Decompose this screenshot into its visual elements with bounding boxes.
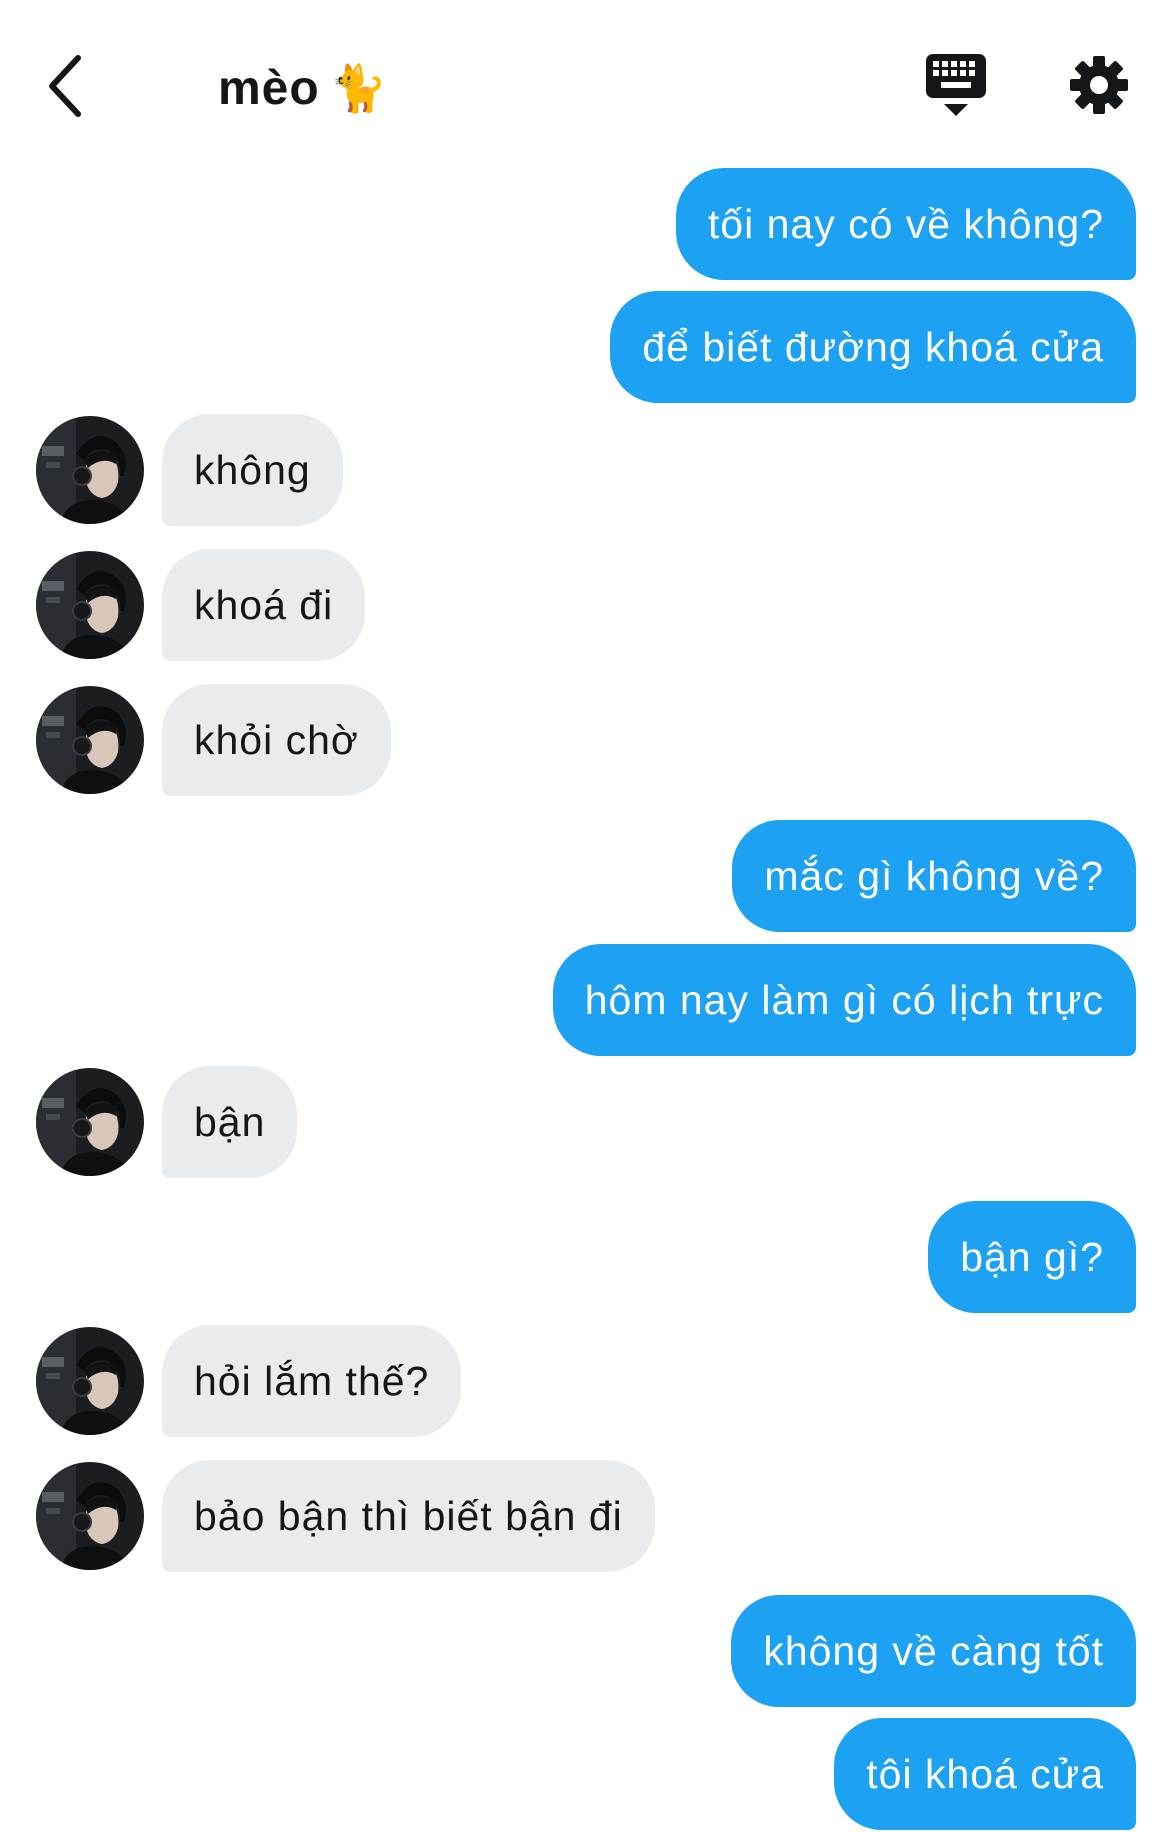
avatar-photo [36, 1327, 144, 1435]
sent-message[interactable]: mắc gì không về? [732, 820, 1136, 932]
received-message[interactable]: bảo bận thì biết bận đi [162, 1460, 655, 1572]
contact-avatar[interactable] [36, 551, 144, 659]
sent-message[interactable]: không về càng tốt [731, 1595, 1136, 1707]
sent-message[interactable]: để biết đường khoá cửa [610, 291, 1136, 403]
contact-avatar[interactable] [36, 1068, 144, 1176]
sent-message[interactable]: tôi khoá cửa [834, 1718, 1136, 1830]
message-text: tôi khoá cửa [866, 1750, 1104, 1797]
sent-message[interactable]: hôm nay làm gì có lịch trực [552, 944, 1136, 1056]
message-text: hôm nay làm gì có lịch trực [584, 976, 1104, 1023]
message-text: mắc gì không về? [764, 852, 1104, 899]
contact-avatar[interactable] [36, 1327, 144, 1435]
message-text: bận gì? [960, 1233, 1104, 1280]
message-text: không về càng tốt [763, 1627, 1104, 1674]
received-message[interactable]: hỏi lắm thế? [162, 1325, 462, 1437]
avatar-photo [36, 1462, 144, 1570]
contact-avatar[interactable] [36, 416, 144, 524]
message-text: hỏi lắm thế? [194, 1357, 430, 1404]
contact-avatar[interactable] [36, 686, 144, 794]
message-text: không [194, 446, 311, 493]
avatar-photo [36, 686, 144, 794]
message-thread: tối nay có về không? để biết đường khoá … [0, 0, 1170, 1832]
message-text: tối nay có về không? [707, 200, 1104, 247]
sent-message[interactable]: bận gì? [928, 1201, 1136, 1313]
received-message[interactable]: khoá đi [162, 549, 366, 661]
received-message[interactable]: bận [162, 1066, 298, 1178]
avatar-photo [36, 1068, 144, 1176]
message-text: khoá đi [194, 581, 334, 628]
sent-message[interactable]: tối nay có về không? [675, 168, 1136, 280]
avatar-photo [36, 551, 144, 659]
avatar-photo [36, 416, 144, 524]
received-message[interactable]: không [162, 414, 343, 526]
contact-avatar[interactable] [36, 1462, 144, 1570]
message-text: khỏi chờ [194, 716, 359, 763]
message-text: bận [194, 1098, 266, 1145]
message-text: để biết đường khoá cửa [642, 323, 1104, 370]
received-message[interactable]: khỏi chờ [162, 684, 391, 796]
message-text: bảo bận thì biết bận đi [194, 1492, 623, 1539]
